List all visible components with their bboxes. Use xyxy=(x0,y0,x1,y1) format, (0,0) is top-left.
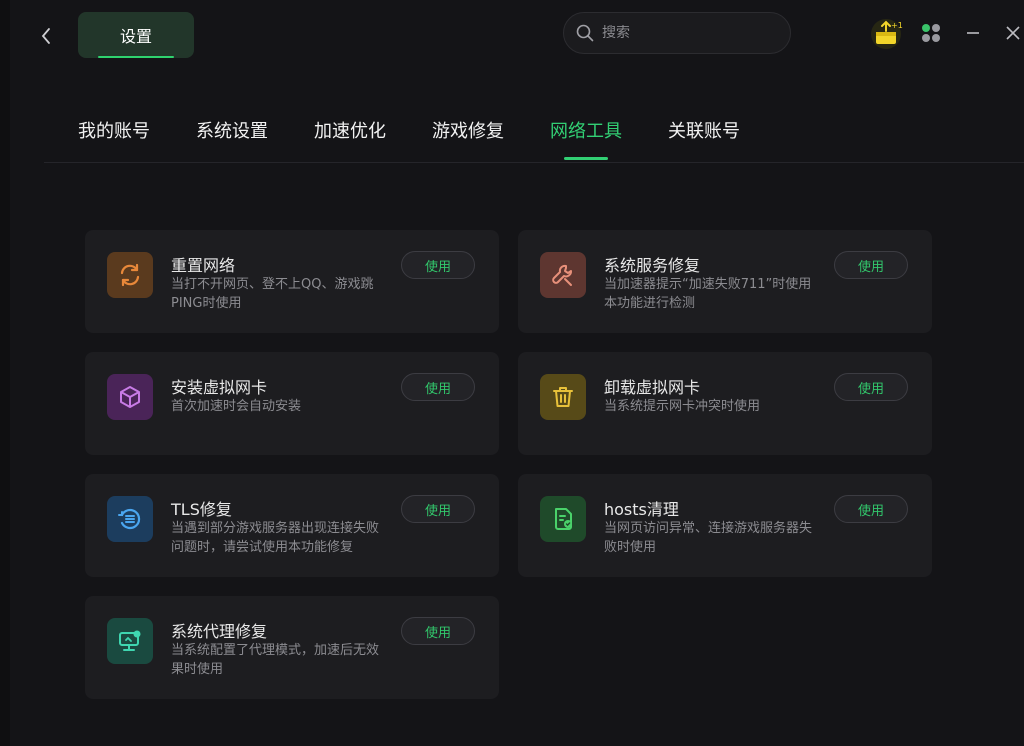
tab-label: 游戏修复 xyxy=(432,121,504,142)
tool-icon-tile xyxy=(107,374,153,420)
search-icon xyxy=(576,24,594,42)
tool-name: 系统代理修复 xyxy=(171,622,268,641)
tool-name: 卸载虚拟网卡 xyxy=(604,378,701,397)
tool-icon-tile xyxy=(107,496,153,542)
tool-description: 当网页访问异常、连接游戏服务器失败时使用 xyxy=(604,521,813,555)
gift-box-icon: +1 xyxy=(871,19,903,49)
tab-indicator xyxy=(564,157,608,160)
search-box[interactable] xyxy=(563,12,791,54)
tab-network-tools[interactable]: 网络工具 xyxy=(550,118,622,160)
left-edge xyxy=(0,0,10,746)
use-button[interactable]: 使用 xyxy=(401,251,475,279)
tab-system-settings[interactable]: 系统设置 xyxy=(196,118,268,158)
use-button[interactable]: 使用 xyxy=(834,495,908,523)
tool-name: 系统服务修复 xyxy=(604,256,701,275)
tool-name: 安装虚拟网卡 xyxy=(171,378,268,397)
close-icon xyxy=(1006,26,1020,40)
apps-grid-icon xyxy=(922,24,940,42)
tab-label: 我的账号 xyxy=(78,121,150,142)
back-button[interactable] xyxy=(36,26,56,46)
minimize-button[interactable] xyxy=(962,22,984,44)
search-input[interactable] xyxy=(602,25,772,41)
tabs-divider xyxy=(44,162,1024,163)
tool-icon-tile xyxy=(107,252,153,298)
title-underline xyxy=(98,56,174,58)
tool-description: 当加速器提示“加速失败711”时使用本功能进行检测 xyxy=(604,277,812,311)
tool-description: 当遇到部分游戏服务器出现连接失败问题时，请尝试使用本功能修复 xyxy=(171,521,380,555)
use-button[interactable]: 使用 xyxy=(834,373,908,401)
apps-button[interactable] xyxy=(920,22,942,44)
svg-text:+1: +1 xyxy=(891,21,903,30)
tls-repair-icon xyxy=(118,508,141,530)
document-clean-icon xyxy=(555,508,572,530)
tab-game-repair[interactable]: 游戏修复 xyxy=(432,118,504,158)
use-button[interactable]: 使用 xyxy=(834,251,908,279)
tool-icon-tile xyxy=(540,496,586,542)
tab-label: 系统设置 xyxy=(196,121,268,142)
tool-description: 当系统配置了代理模式，加速后无效果时使用 xyxy=(171,643,380,677)
tool-icon-tile xyxy=(107,618,153,664)
minimize-icon xyxy=(967,32,979,34)
tool-description: 首次加速时会自动安装 xyxy=(171,399,302,414)
tool-icon-tile xyxy=(540,252,586,298)
cube-icon xyxy=(120,386,140,408)
close-button[interactable] xyxy=(1002,22,1024,44)
tool-card-reset-network: 重置网络 当打不开网页、登不上QQ、游戏跳PING时使用 使用 xyxy=(85,230,499,333)
tab-label: 关联账号 xyxy=(668,121,740,142)
tool-card-system-proxy-repair: 系统代理修复 当系统配置了代理模式，加速后无效果时使用 使用 xyxy=(85,596,499,699)
tool-card-install-virtual-nic: 安装虚拟网卡 首次加速时会自动安装 使用 xyxy=(85,352,499,455)
settings-tabs: 我的账号 系统设置 加速优化 游戏修复 网络工具 关联账号 xyxy=(78,118,786,160)
tool-description: 当系统提示网卡冲突时使用 xyxy=(604,399,761,414)
use-button[interactable]: 使用 xyxy=(401,495,475,523)
tab-label: 网络工具 xyxy=(550,121,622,142)
tab-label: 加速优化 xyxy=(314,121,386,142)
settings-window: 设置 +1 xyxy=(0,0,1024,746)
trash-icon xyxy=(553,387,573,407)
refresh-icon xyxy=(120,263,140,287)
wrench-icon xyxy=(552,264,572,286)
tab-my-account[interactable]: 我的账号 xyxy=(78,118,150,158)
tool-card-hosts-clean: hosts清理 当网页访问异常、连接游戏服务器失败时使用 使用 xyxy=(518,474,932,577)
use-button[interactable]: 使用 xyxy=(401,617,475,645)
page-title-tab[interactable]: 设置 xyxy=(78,12,194,58)
tool-icon-tile xyxy=(540,374,586,420)
tool-name: 重置网络 xyxy=(171,256,236,275)
page-title: 设置 xyxy=(119,27,152,46)
gift-box-button[interactable]: +1 xyxy=(866,18,906,50)
tool-card-uninstall-virtual-nic: 卸载虚拟网卡 当系统提示网卡冲突时使用 使用 xyxy=(518,352,932,455)
monitor-proxy-icon xyxy=(119,630,141,651)
tool-card-tls-repair: TLS修复 当遇到部分游戏服务器出现连接失败问题时，请尝试使用本功能修复 使用 xyxy=(85,474,499,577)
tool-description: 当打不开网页、登不上QQ、游戏跳PING时使用 xyxy=(171,277,374,311)
tool-name: hosts清理 xyxy=(604,500,679,519)
tool-name: TLS修复 xyxy=(171,500,232,519)
tab-acceleration[interactable]: 加速优化 xyxy=(314,118,386,158)
tool-card-system-service-repair: 系统服务修复 当加速器提示“加速失败711”时使用本功能进行检测 使用 xyxy=(518,230,932,333)
tab-linked-accounts[interactable]: 关联账号 xyxy=(668,118,740,158)
chevron-left-icon xyxy=(41,28,50,44)
use-button[interactable]: 使用 xyxy=(401,373,475,401)
